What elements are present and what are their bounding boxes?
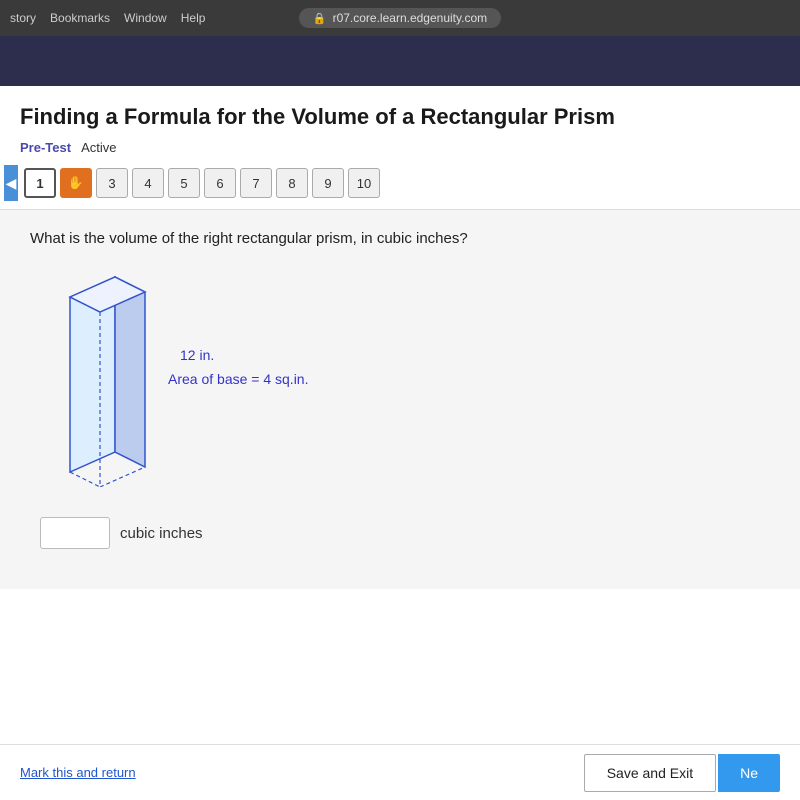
- question-num-1[interactable]: 1: [24, 168, 56, 198]
- lock-icon: 🔒: [313, 12, 327, 25]
- prism-svg: [50, 267, 160, 487]
- menu-help[interactable]: Help: [181, 11, 206, 25]
- pretest-bar: Pre-Test Active: [0, 136, 800, 161]
- question-numbers-row: ◀ 1 ✋ 3 4 5 6 7 8 9 10: [0, 161, 800, 209]
- title-section: Finding a Formula for the Volume of a Re…: [0, 86, 800, 136]
- bottom-bar: Mark this and return Save and Exit Ne: [0, 744, 800, 800]
- left-arrow-tab[interactable]: ◀: [4, 165, 18, 201]
- question-num-6[interactable]: 6: [204, 168, 236, 198]
- menu-window[interactable]: Window: [124, 11, 167, 25]
- next-button[interactable]: Ne: [718, 754, 780, 792]
- question-num-5[interactable]: 5: [168, 168, 200, 198]
- answer-unit: cubic inches: [120, 525, 203, 542]
- browser-chrome: story Bookmarks Window Help 🔒 r07.core.l…: [0, 0, 800, 36]
- question-num-9[interactable]: 9: [312, 168, 344, 198]
- pretest-label: Pre-Test: [20, 140, 71, 155]
- question-num-3[interactable]: 3: [96, 168, 128, 198]
- url-text: r07.core.learn.edgenuity.com: [333, 11, 488, 25]
- save-exit-button[interactable]: Save and Exit: [584, 754, 716, 792]
- question-num-10[interactable]: 10: [348, 168, 380, 198]
- app-header: [0, 36, 800, 86]
- question-content: What is the volume of the right rectangu…: [0, 209, 800, 589]
- area-label: Area of base = 4 sq.in.: [168, 371, 308, 387]
- question-num-8[interactable]: 8: [276, 168, 308, 198]
- answer-row: cubic inches: [40, 517, 770, 549]
- menu-bookmarks[interactable]: Bookmarks: [50, 11, 110, 25]
- height-label: 12 in.: [180, 347, 308, 363]
- question-num-2[interactable]: ✋: [60, 168, 92, 198]
- browser-url-bar[interactable]: 🔒 r07.core.learn.edgenuity.com: [299, 8, 501, 28]
- question-num-4[interactable]: 4: [132, 168, 164, 198]
- mark-return-link[interactable]: Mark this and return: [20, 765, 136, 780]
- browser-menu: story Bookmarks Window Help: [10, 11, 205, 25]
- content-area: Finding a Formula for the Volume of a Re…: [0, 86, 800, 800]
- lesson-title: Finding a Formula for the Volume of a Re…: [20, 104, 780, 130]
- active-label: Active: [81, 140, 116, 155]
- answer-input[interactable]: [40, 517, 110, 549]
- bottom-right-actions: Save and Exit Ne: [584, 754, 780, 792]
- question-num-7[interactable]: 7: [240, 168, 272, 198]
- question-text: What is the volume of the right rectangu…: [30, 230, 770, 247]
- prism-illustration: 12 in. Area of base = 4 sq.in.: [50, 267, 770, 487]
- menu-story[interactable]: story: [10, 11, 36, 25]
